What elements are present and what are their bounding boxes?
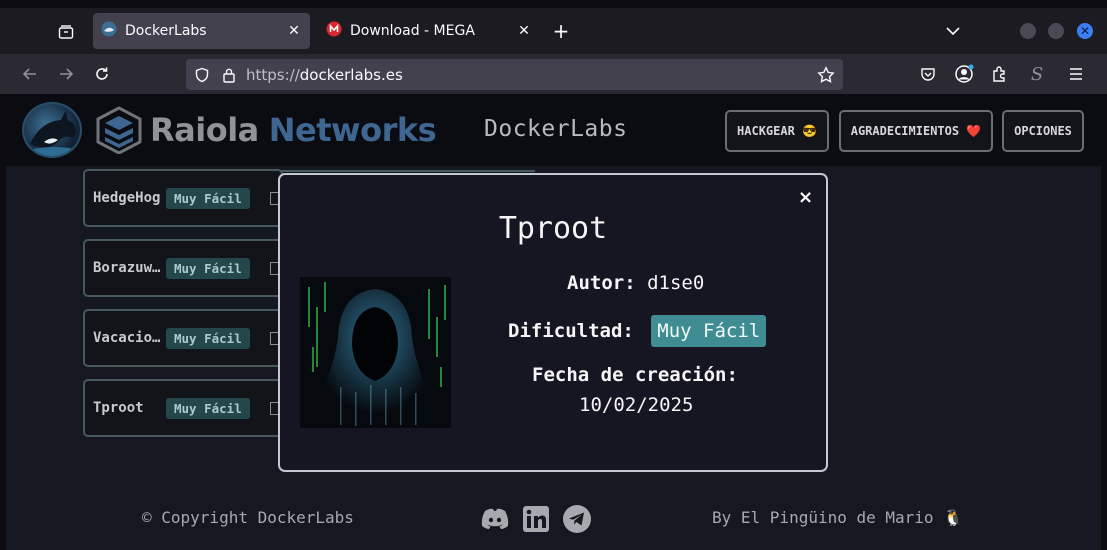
difficulty-row: Dificultad: Muy Fácil xyxy=(508,315,767,347)
raiola-cube-icon xyxy=(96,106,142,154)
difficulty-badge: Muy Fácil xyxy=(166,257,250,279)
tab-groups-icon[interactable] xyxy=(56,22,76,42)
machine-card-hedgehog[interactable]: HedgeHog Muy Fácil xyxy=(83,169,283,227)
machine-image xyxy=(300,277,451,428)
brand-word-raiola: Raiola xyxy=(150,111,259,149)
maximize-button[interactable] xyxy=(1048,23,1064,39)
author-value: d1se0 xyxy=(647,272,705,294)
difficulty-badge: Muy Fácil xyxy=(166,397,250,419)
right-edge xyxy=(1101,94,1107,550)
telegram-icon[interactable] xyxy=(562,504,592,534)
pocket-icon[interactable] xyxy=(916,62,940,86)
hackgear-button[interactable]: HACKGEAR 😎 xyxy=(725,110,829,152)
site-header: Raiola Networks DockerLabs HACKGEAR 😎 AG… xyxy=(6,94,1101,166)
opciones-button[interactable]: OPCIONES xyxy=(1002,110,1084,152)
machine-name: Borazuwarah xyxy=(93,260,161,276)
mega-favicon-icon xyxy=(326,21,342,41)
browser-nav-bar: https://dockerlabs.es S xyxy=(0,54,1107,94)
author-label: Autor: xyxy=(567,272,636,294)
machine-name: Tproot xyxy=(93,400,144,416)
difficulty-label: Dificultad: xyxy=(508,320,634,342)
agradecimientos-button[interactable]: AGRADECIMIENTOS ❤️ xyxy=(839,110,993,152)
forward-arrow-icon[interactable] xyxy=(54,62,78,86)
hamburger-menu-icon[interactable] xyxy=(1064,62,1088,86)
machine-card-borazuwarah[interactable]: Borazuwarah Muy Fácil xyxy=(83,239,283,297)
back-arrow-icon[interactable] xyxy=(18,62,42,86)
brand-word-networks: Networks xyxy=(268,111,437,149)
raiola-networks-logo[interactable]: Raiola Networks xyxy=(96,104,437,156)
modal-close-button[interactable]: × xyxy=(798,187,813,208)
url-scheme: https:// xyxy=(246,65,300,84)
machine-card-tproot[interactable]: Tproot Muy Fácil xyxy=(83,379,283,437)
machine-card-vacaciones[interactable]: Vacaciones Muy Fácil xyxy=(83,309,283,367)
difficulty-badge: Muy Fácil xyxy=(651,315,767,347)
browser-tab-bar: DockerLabs ✕ Download - MEGA ✕ + ✕ xyxy=(0,0,1107,54)
url-text[interactable]: https://dockerlabs.es xyxy=(246,66,403,84)
card-border-fragment xyxy=(280,170,535,172)
discord-icon[interactable] xyxy=(480,504,510,534)
site-footer: © Copyright DockerLabs By El Pingüino de… xyxy=(6,496,1101,550)
url-bar[interactable]: https://dockerlabs.es xyxy=(186,59,843,90)
bookmark-star-icon[interactable] xyxy=(817,65,835,84)
new-tab-button[interactable]: + xyxy=(551,19,571,43)
reload-icon[interactable] xyxy=(90,62,114,86)
list-all-tabs-icon[interactable] xyxy=(944,22,962,40)
machine-detail-modal: × Tproot Autor: d1se0 Dificultad: Muy Fá… xyxy=(278,173,828,472)
modal-title: Tproot xyxy=(498,211,608,246)
dockerlabs-favicon-icon xyxy=(101,21,117,41)
account-icon[interactable] xyxy=(952,62,976,86)
tab-title: DockerLabs xyxy=(125,23,207,39)
window-top-edge xyxy=(0,0,1107,8)
tab-mega[interactable]: Download - MEGA ✕ xyxy=(318,13,540,49)
author-row: Autor: d1se0 xyxy=(567,272,704,294)
shield-icon[interactable] xyxy=(194,67,210,83)
tab-dockerlabs[interactable]: DockerLabs ✕ xyxy=(93,13,310,49)
window-close-button[interactable]: ✕ xyxy=(1077,23,1093,39)
linkedin-icon[interactable] xyxy=(521,504,551,534)
page-content: Raiola Networks DockerLabs HACKGEAR 😎 AG… xyxy=(0,94,1107,550)
extensions-icon[interactable] xyxy=(988,62,1012,86)
machine-name: Vacaciones xyxy=(93,330,161,346)
difficulty-badge: Muy Fácil xyxy=(166,327,250,349)
tab-title: Download - MEGA xyxy=(350,23,475,39)
minimize-button[interactable] xyxy=(1020,23,1036,39)
lock-icon[interactable] xyxy=(222,67,236,83)
url-host: dockerlabs.es xyxy=(299,65,403,84)
tab-close-icon[interactable]: ✕ xyxy=(516,23,532,39)
copyright-text: © Copyright DockerLabs xyxy=(142,508,354,527)
difficulty-badge: Muy Fácil xyxy=(166,187,250,209)
machine-name: HedgeHog xyxy=(93,190,161,206)
credit-text: By El Pingüino de Mario 🐧 xyxy=(712,508,964,527)
tab-close-icon[interactable]: ✕ xyxy=(286,23,302,39)
orca-logo[interactable] xyxy=(22,102,82,158)
site-title[interactable]: DockerLabs xyxy=(484,116,627,142)
date-value: 10/02/2025 xyxy=(579,394,694,416)
date-label: Fecha de creación: xyxy=(532,364,738,386)
extension-s-icon[interactable]: S xyxy=(1025,62,1049,86)
